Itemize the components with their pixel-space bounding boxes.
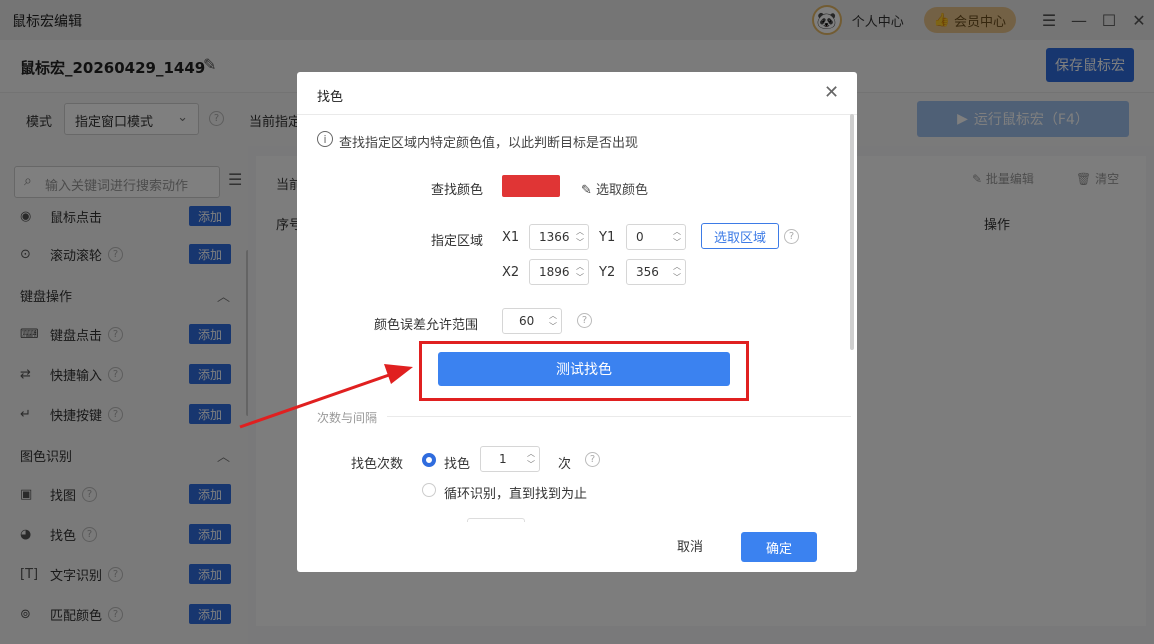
arrow-shaft bbox=[239, 372, 393, 429]
arrow-head bbox=[384, 364, 413, 384]
annotation-arrow bbox=[239, 364, 413, 429]
